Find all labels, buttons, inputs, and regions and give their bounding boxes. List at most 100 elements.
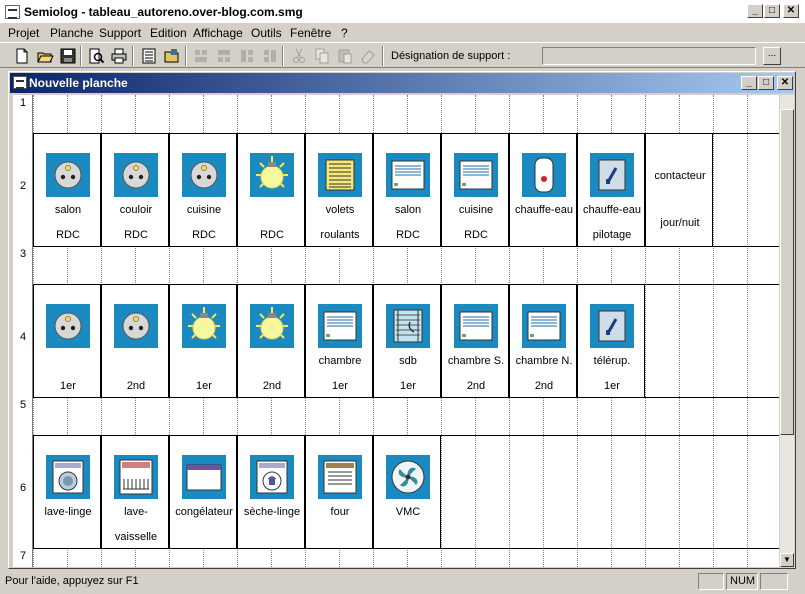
cell-label-line1: cuisine — [458, 204, 494, 216]
scroll-down-arrow[interactable]: ▼ — [780, 553, 794, 567]
toolbar-separator — [282, 46, 284, 66]
save-icon[interactable] — [59, 47, 77, 65]
menu-help[interactable]: ? — [341, 26, 348, 40]
menu-support[interactable]: Support — [99, 26, 141, 40]
menu-edition[interactable]: Edition — [150, 26, 187, 40]
planche-cell[interactable]: salon RDC — [33, 133, 101, 247]
planche-cell[interactable]: sdb 1er — [373, 284, 441, 398]
cell-label-line1: chambre S. — [447, 355, 505, 367]
planche-cell[interactable]: 1er — [169, 284, 237, 398]
layout-icon[interactable] — [238, 47, 256, 65]
socket-icon — [46, 304, 90, 348]
menu-fenetre[interactable]: Fenêtre — [290, 26, 331, 40]
planche-cell[interactable]: 1er — [33, 284, 101, 398]
scrollbar-thumb[interactable] — [780, 109, 794, 435]
lightbulb-icon — [182, 304, 226, 348]
app-title: Semiolog - tableau_autoreno.over-blog.co… — [24, 5, 303, 19]
paste-icon[interactable] — [336, 47, 354, 65]
planche-title-bar[interactable]: Nouvelle planche _ □ ✕ — [10, 73, 794, 93]
cell-label-line2: 1er — [332, 380, 348, 392]
planche-cell[interactable]: chauffe-eau — [509, 133, 577, 247]
menu-projet[interactable]: Projet — [8, 26, 39, 40]
cell-label-line1: salon — [54, 204, 82, 216]
menu-outils[interactable]: Outils — [251, 26, 282, 40]
planche-cell[interactable]: chauffe-eau pilotage — [577, 133, 645, 247]
planche-cell[interactable]: 2nd — [101, 284, 169, 398]
layout-icon[interactable] — [215, 47, 233, 65]
planche-cell[interactable]: télérup. 1er — [577, 284, 645, 398]
planche-cell[interactable]: contacteur jour/nuit — [645, 133, 713, 247]
layout-icon[interactable] — [261, 47, 279, 65]
layout-icon[interactable] — [192, 47, 210, 65]
folder-open-icon[interactable] — [163, 47, 181, 65]
planche-window: Nouvelle planche _ □ ✕ 1 2 3 4 5 6 7 salon RDC co… — [8, 71, 796, 569]
vertical-scrollbar[interactable]: ▼ — [780, 95, 794, 567]
minimize-button[interactable]: _ — [747, 4, 763, 18]
toolbar-separator — [132, 46, 134, 66]
row-number: 2 — [19, 180, 27, 192]
planche-cell[interactable]: 2nd — [237, 284, 305, 398]
eraser-icon[interactable] — [359, 47, 377, 65]
planche-cell[interactable]: lave-linge — [33, 435, 101, 549]
planche-cell[interactable]: cuisine RDC — [169, 133, 237, 247]
cell-label-line2: 2nd — [466, 380, 486, 392]
print-preview-icon[interactable] — [87, 47, 105, 65]
app-icon[interactable] — [5, 5, 20, 19]
child-minimize-button[interactable]: _ — [741, 76, 757, 90]
document-icon[interactable] — [13, 76, 27, 89]
menu-affichage[interactable]: Affichage — [193, 26, 243, 40]
new-icon[interactable] — [13, 47, 31, 65]
print-icon[interactable] — [110, 47, 128, 65]
cell-label-line1: sèche-linge — [243, 506, 301, 518]
cell-label-line2: 2nd — [126, 380, 146, 392]
child-maximize-button[interactable]: □ — [758, 76, 774, 90]
cut-icon[interactable] — [290, 47, 308, 65]
planche-cell[interactable]: cuisine RDC — [441, 133, 509, 247]
cell-label-line2: jour/nuit — [660, 217, 700, 229]
lightbulb-icon — [250, 304, 294, 348]
cell-label-line2: RDC — [56, 229, 80, 241]
socket-icon — [114, 153, 158, 197]
planche-cell[interactable]: VMC — [373, 435, 441, 549]
cell-label-line2: RDC — [396, 229, 420, 241]
menu-planche[interactable]: Planche — [50, 26, 93, 40]
planche-cell[interactable]: RDC — [237, 133, 305, 247]
cell-label-line1: volets — [325, 204, 355, 216]
toolbar: Désignation de support : ... — [0, 42, 805, 68]
planche-cell[interactable]: salon RDC — [373, 133, 441, 247]
radiator-icon — [318, 304, 362, 348]
planche-cell[interactable]: chambre N. 2nd — [509, 284, 577, 398]
child-close-button[interactable]: ✕ — [777, 76, 793, 90]
menu-bar: Projet Planche Support Edition Affichage… — [0, 24, 805, 42]
app-title-bar[interactable]: Semiolog - tableau_autoreno.over-blog.co… — [0, 0, 805, 24]
row-number: 3 — [19, 248, 27, 260]
browse-button[interactable]: ... — [763, 47, 781, 65]
planche-cell[interactable]: chambre S. 2nd — [441, 284, 509, 398]
cell-label-line2: 1er — [400, 380, 416, 392]
planche-cell[interactable]: lave-vaisselle — [101, 435, 169, 549]
planche-cell[interactable]: sèche-linge — [237, 435, 305, 549]
socket-icon — [182, 153, 226, 197]
planche-cell[interactable]: couloir RDC — [101, 133, 169, 247]
radiator-icon — [454, 304, 498, 348]
planche-cell[interactable]: volets roulants — [305, 133, 373, 247]
planche-cell[interactable]: chambre 1er — [305, 284, 373, 398]
close-button[interactable]: ✕ — [783, 4, 799, 18]
switch-icon — [590, 153, 634, 197]
copy-icon[interactable] — [313, 47, 331, 65]
cell-label-line2: RDC — [464, 229, 488, 241]
socket-icon — [46, 153, 90, 197]
cell-label-line2: 1er — [604, 380, 620, 392]
status-num: NUM — [726, 573, 758, 590]
planche-cell[interactable]: four — [305, 435, 373, 549]
maximize-button[interactable]: □ — [764, 4, 780, 18]
designation-label: Désignation de support : — [391, 50, 511, 62]
toolbar-separator — [382, 46, 384, 66]
grid-icon[interactable] — [140, 47, 158, 65]
planche-canvas[interactable]: 1 2 3 4 5 6 7 salon RDC couloir RDC cuisine RDC RDC vo… — [13, 95, 779, 567]
planche-cell[interactable]: congélateur — [169, 435, 237, 549]
water-heater-icon — [522, 153, 566, 197]
open-icon[interactable] — [36, 47, 54, 65]
designation-input[interactable] — [542, 47, 756, 65]
row-number: 5 — [19, 399, 27, 411]
